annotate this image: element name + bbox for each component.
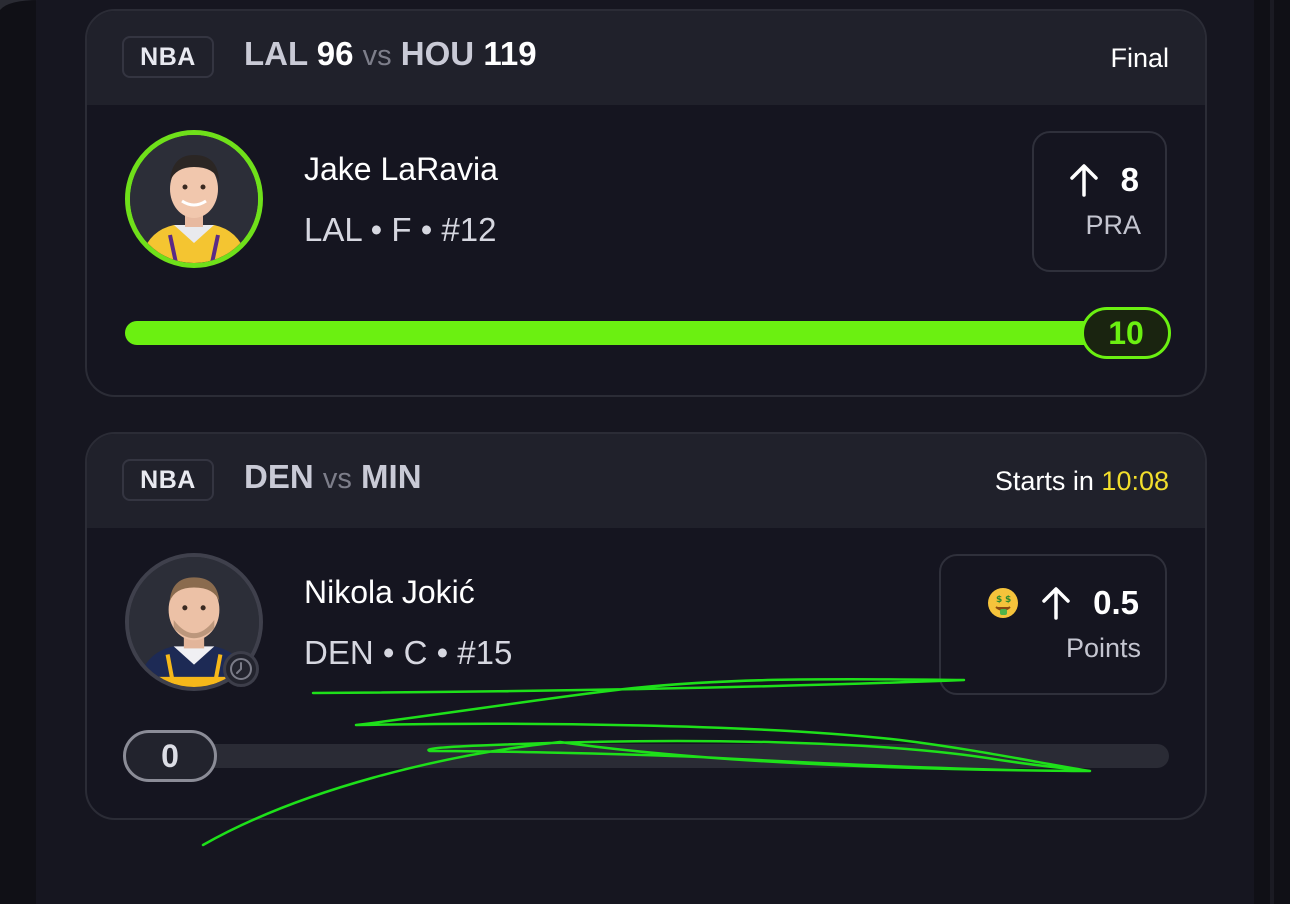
- right-gutter: [1254, 0, 1290, 904]
- corner-decoration: [0, 0, 40, 10]
- game-header: NBA LAL 96 vs HOU 119 Final: [87, 11, 1205, 105]
- progress-bar: 0: [123, 730, 1169, 782]
- home-team: HOU: [400, 35, 475, 72]
- line-value: 8: [1120, 161, 1139, 198]
- pick-card[interactable]: NBA DEN vs MIN Starts in 10:08 Nikola Jo…: [85, 432, 1207, 820]
- progress-value: 10: [1081, 307, 1171, 359]
- home-team: MIN: [361, 458, 422, 495]
- matchup: DEN vs MIN: [244, 458, 422, 496]
- player-meta: LAL • F • #12: [304, 211, 497, 248]
- stat-type: PRA: [1085, 210, 1141, 240]
- progress-fill: [125, 321, 1169, 345]
- arrow-up-icon: [1041, 586, 1071, 620]
- arrow-up-icon: [1069, 163, 1099, 197]
- line-value: 0.5: [1093, 584, 1139, 621]
- money-mouth-face-icon: $ $: [987, 587, 1019, 619]
- away-team: LAL: [244, 35, 308, 72]
- svg-text:$: $: [1005, 595, 1011, 605]
- countdown-timer: 10:08: [1101, 466, 1169, 496]
- home-score: 119: [483, 35, 537, 72]
- status-prefix: Starts in: [994, 466, 1094, 496]
- matchup: LAL 96 vs HOU 119: [244, 35, 537, 73]
- clock-icon: [223, 651, 259, 687]
- game-status: Starts in 10:08: [995, 466, 1169, 497]
- player-headshot-icon: [130, 135, 258, 263]
- player-avatar[interactable]: [125, 130, 263, 268]
- progress-value: 0: [123, 730, 217, 782]
- player-meta: DEN • C • #15: [304, 634, 513, 671]
- pick-card[interactable]: NBA LAL 96 vs HOU 119 Final Jake LaRavia…: [85, 9, 1207, 397]
- svg-text:$: $: [996, 595, 1002, 605]
- player-name: Jake LaRavia: [304, 151, 498, 187]
- away-score: 96: [316, 35, 354, 72]
- game-status: Final: [1110, 43, 1169, 73]
- away-team: DEN: [244, 458, 314, 495]
- versus-label: vs: [362, 40, 392, 72]
- progress-bar: 10: [125, 307, 1171, 359]
- league-badge: NBA: [122, 36, 214, 78]
- stat-type: Points: [1065, 633, 1141, 663]
- game-header: NBA DEN vs MIN Starts in 10:08: [87, 434, 1205, 528]
- pick-stat-box[interactable]: $ $ 0.5 Points: [939, 554, 1167, 695]
- pick-line: 8: [1069, 161, 1139, 199]
- player-name: Nikola Jokić: [304, 574, 475, 610]
- pick-line: $ $ 0.5: [987, 584, 1139, 622]
- league-badge: NBA: [122, 459, 214, 501]
- left-gutter: [0, 0, 36, 904]
- pick-stat-box[interactable]: 8 PRA: [1032, 131, 1167, 272]
- versus-label: vs: [322, 463, 352, 495]
